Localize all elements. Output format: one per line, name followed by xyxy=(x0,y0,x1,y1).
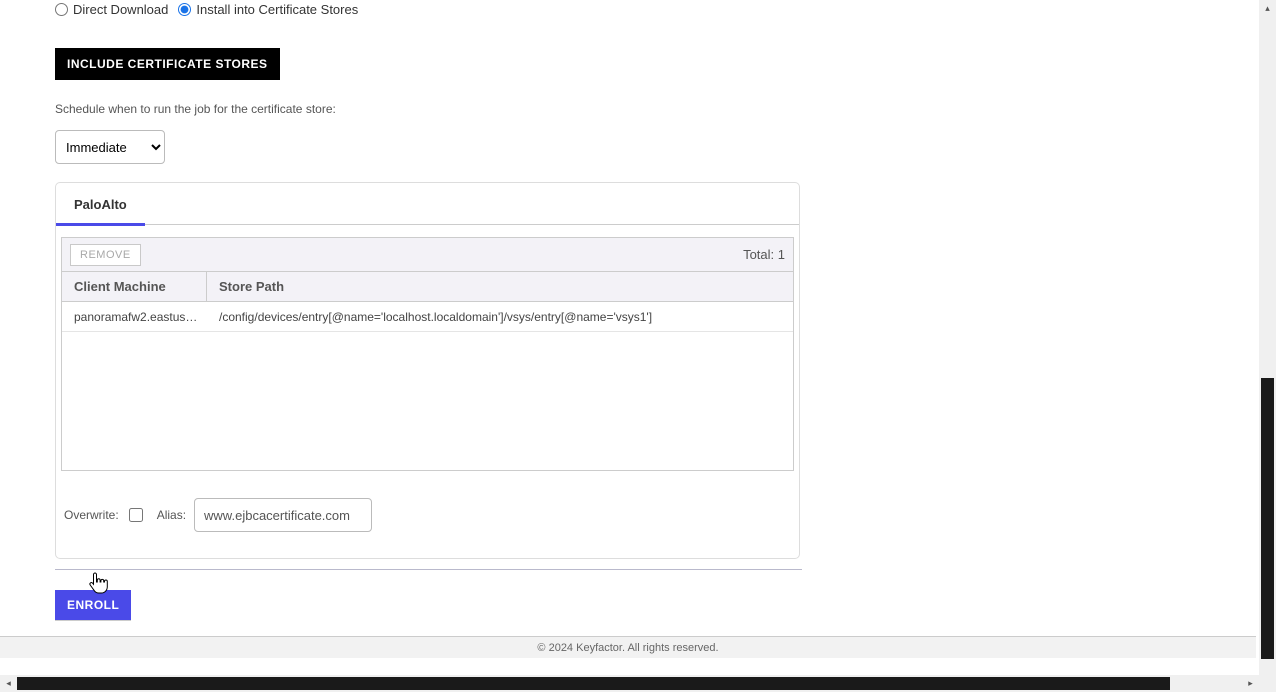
direct-download-radio[interactable] xyxy=(55,3,68,16)
horizontal-scrollbar[interactable]: ◂ ▸ xyxy=(0,675,1259,692)
grid-header-row: Client Machine Store Path xyxy=(62,272,793,302)
schedule-label: Schedule when to run the job for the cer… xyxy=(55,102,1256,116)
alias-label: Alias: xyxy=(157,508,186,522)
scroll-left-arrow-icon[interactable]: ◂ xyxy=(0,675,17,692)
vertical-scroll-thumb[interactable] xyxy=(1261,378,1274,659)
install-stores-label: Install into Certificate Stores xyxy=(196,2,358,17)
alias-input[interactable] xyxy=(194,498,372,532)
cell-store-path: /config/devices/entry[@name='localhost.l… xyxy=(207,302,793,331)
install-stores-radio[interactable] xyxy=(178,3,191,16)
tab-paloalto[interactable]: PaloAlto xyxy=(56,183,145,225)
table-row[interactable]: panoramafw2.eastus… /config/devices/entr… xyxy=(62,302,793,332)
overwrite-label: Overwrite: xyxy=(64,508,119,522)
overwrite-checkbox[interactable] xyxy=(129,508,143,522)
grid-body: panoramafw2.eastus… /config/devices/entr… xyxy=(62,302,793,470)
direct-download-label: Direct Download xyxy=(73,2,168,17)
grid-total: Total: 1 xyxy=(743,247,785,262)
footer-text: © 2024 Keyfactor. All rights reserved. xyxy=(537,642,718,654)
remove-button[interactable]: REMOVE xyxy=(70,244,141,266)
column-client-machine[interactable]: Client Machine xyxy=(62,272,207,301)
footer: © 2024 Keyfactor. All rights reserved. xyxy=(0,636,1256,658)
tab-label: PaloAlto xyxy=(74,197,127,212)
vertical-scrollbar[interactable]: ▴ xyxy=(1259,0,1276,676)
direct-download-option[interactable]: Direct Download xyxy=(55,2,168,17)
store-options-row: Overwrite: Alias: xyxy=(56,476,799,558)
scrollbar-corner xyxy=(1259,675,1276,692)
scroll-right-arrow-icon[interactable]: ▸ xyxy=(1242,675,1259,692)
enroll-button[interactable]: ENROLL xyxy=(55,590,131,620)
delivery-radio-group: Direct Download Install into Certificate… xyxy=(55,0,1256,18)
column-store-path[interactable]: Store Path xyxy=(207,272,793,301)
stores-tab-strip: PaloAlto xyxy=(56,183,799,225)
include-certificate-stores-button[interactable]: INCLUDE CERTIFICATE STORES xyxy=(55,48,280,80)
separator xyxy=(55,569,802,570)
cell-client-machine: panoramafw2.eastus… xyxy=(62,302,207,331)
scroll-up-arrow-icon[interactable]: ▴ xyxy=(1259,0,1276,17)
install-stores-option[interactable]: Install into Certificate Stores xyxy=(178,2,358,17)
certificate-stores-panel: PaloAlto REMOVE Total: 1 Client Machine … xyxy=(55,182,800,559)
horizontal-scroll-thumb[interactable] xyxy=(17,677,1170,690)
grid-toolbar: REMOVE Total: 1 xyxy=(62,238,793,272)
stores-grid: REMOVE Total: 1 Client Machine Store Pat… xyxy=(61,237,794,471)
schedule-select[interactable]: Immediate xyxy=(55,130,165,164)
